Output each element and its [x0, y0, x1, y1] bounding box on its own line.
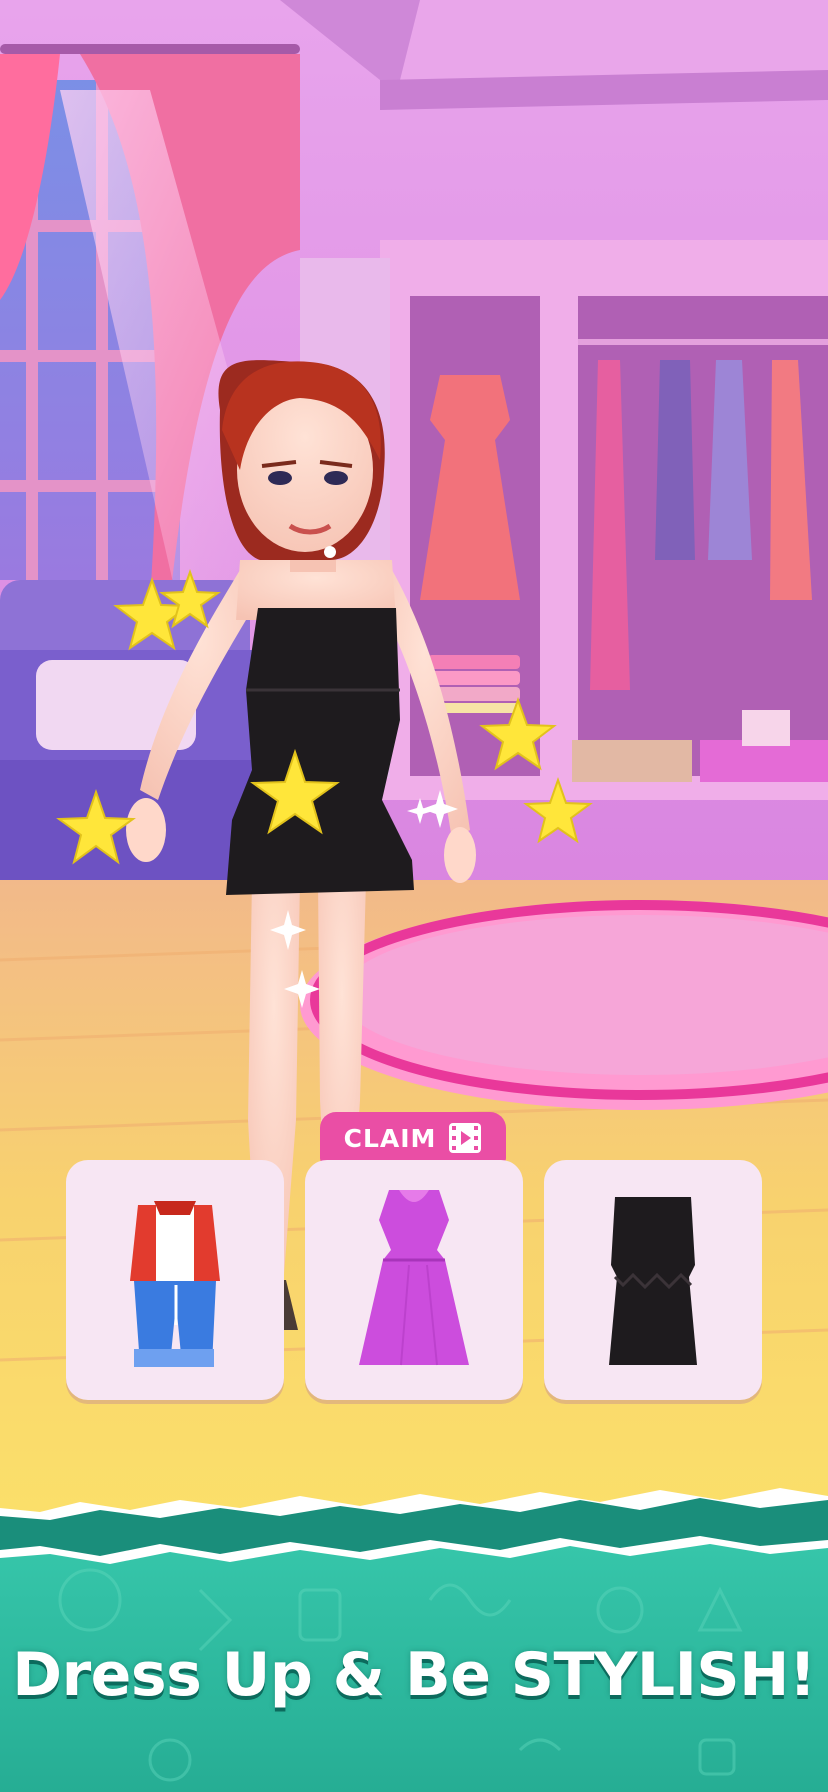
claim-label: CLAIM: [343, 1123, 437, 1153]
banner-tagline: Dress Up & Be STYLISH!: [12, 1640, 816, 1710]
claim-button[interactable]: CLAIM: [320, 1112, 506, 1164]
outfit-choices: [0, 1160, 828, 1420]
outfit-card-purple-dress[interactable]: [305, 1160, 523, 1400]
outfit-card-casual[interactable]: [66, 1160, 284, 1400]
black-strapless-dress-outfit-icon: [609, 1197, 697, 1365]
outfit-card-black-dress[interactable]: [544, 1160, 762, 1400]
purple-dress-outfit-icon: [359, 1190, 469, 1366]
video-ad-icon: [449, 1123, 482, 1153]
casual-jacket-jeans-outfit-icon: [130, 1201, 220, 1367]
game-scene: [0, 0, 828, 1792]
